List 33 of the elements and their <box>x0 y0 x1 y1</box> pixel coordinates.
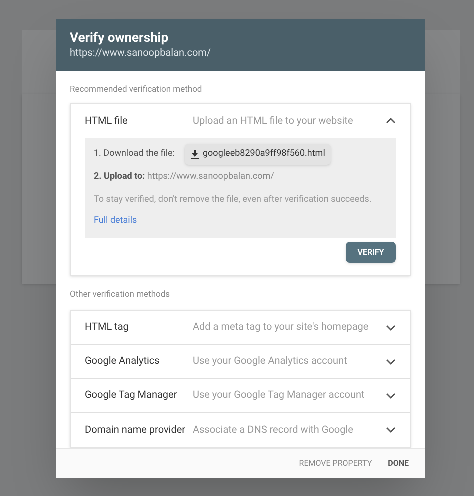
method-row[interactable]: HTML file Upload an HTML file to your website <box>71 104 410 138</box>
dialog-title: Verify ownership <box>70 31 170 47</box>
method-name: Domain name provider <box>85 424 187 438</box>
chevron-down-icon <box>386 427 396 433</box>
method-name: Google Analytics <box>85 355 161 369</box>
method-row[interactable]: Google Analytics Use your Google Analytics account <box>71 345 410 379</box>
section-heading: Other verification methods <box>70 289 172 301</box>
method-name: HTML file <box>85 114 129 128</box>
chevron-up-icon <box>386 118 396 124</box>
step-label: 1. Download the file: <box>94 148 175 161</box>
note-text: To stay verified, don't remove the file, even after verification succeeds. <box>94 194 373 206</box>
verify-button[interactable]: VERIFY <box>346 242 396 263</box>
upload-step: 2. Upload to: https://www.sanoopbalan.com/ <box>94 171 387 184</box>
footer-button[interactable]: REMOVE PROPERTY <box>299 458 372 470</box>
dialog-subtitle: https://www.sanoopbalan.com/ <box>70 47 212 60</box>
method-row[interactable]: HTML tag Add a meta tag to your site's homepage <box>71 311 410 345</box>
download-button[interactable]: googleeb8290a9ff98f560.html <box>185 144 332 165</box>
chevron-down-icon <box>386 358 396 364</box>
section-heading: Recommended verification method <box>70 84 204 96</box>
method-description: Associate a DNS record with Google <box>193 424 354 438</box>
footer-button[interactable]: DONE <box>388 458 409 470</box>
method-description: Use your Google Analytics account <box>193 355 348 369</box>
method-description: Use your Google Tag Manager account <box>193 389 366 403</box>
method-name: HTML tag <box>85 321 130 335</box>
method-row[interactable]: Domain name provider Associate a DNS record with Google <box>71 413 410 447</box>
method-description: Upload an HTML file to your website <box>193 114 354 128</box>
method-name: Google Tag Manager <box>85 389 178 403</box>
chevron-down-icon <box>386 324 396 330</box>
chevron-down-icon <box>386 392 396 398</box>
method-description: Add a meta tag to your site's homepage <box>193 321 370 335</box>
method-row[interactable]: Google Tag Manager Use your Google Tag Manager account <box>71 379 410 413</box>
download-icon <box>191 150 199 159</box>
full-details-link[interactable]: Full details <box>94 214 138 228</box>
